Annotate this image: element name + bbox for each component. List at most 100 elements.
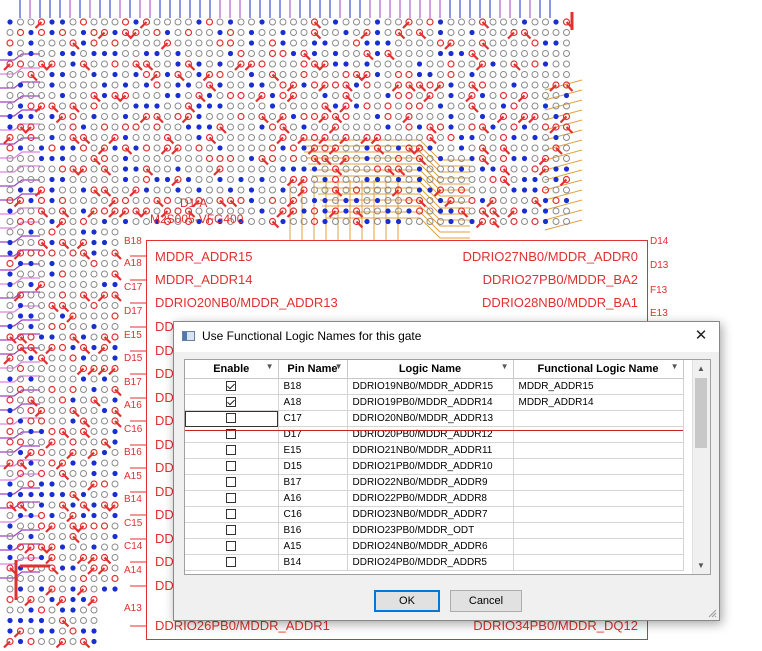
ok-button[interactable]: OK: [374, 590, 440, 612]
left-pin-number: B14: [124, 494, 142, 505]
enable-checkbox[interactable]: [226, 445, 237, 456]
functional-logic-name-cell[interactable]: [513, 522, 684, 539]
logic-name-cell: DDRIO19NB0/MDDR_ADDR15: [347, 378, 514, 395]
enable-checkbox[interactable]: [226, 477, 237, 488]
enable-checkbox[interactable]: [226, 413, 237, 424]
table-row[interactable]: B18 DDRIO19NB0/MDDR_ADDR15 MDDR_ADDR15: [185, 378, 684, 395]
logic-name-cell: DDRIO23NB0/MDDR_ADDR7: [347, 506, 514, 523]
enable-cell[interactable]: [185, 490, 279, 507]
left-pin-net-name: MDDR_ADDR15: [155, 249, 253, 264]
functional-logic-name-cell[interactable]: [513, 410, 684, 427]
enable-checkbox[interactable]: [226, 509, 237, 520]
filter-dropdown-icon[interactable]: ▼: [266, 362, 274, 371]
left-pin-number: C14: [124, 541, 143, 552]
cancel-button[interactable]: Cancel: [450, 590, 522, 612]
pin-table-body: B18 DDRIO19NB0/MDDR_ADDR15 MDDR_ADDR15 A18 D…: [185, 378, 684, 571]
enable-checkbox[interactable]: [226, 381, 237, 392]
left-pin-net-name: DD: [155, 460, 174, 475]
table-row[interactable]: A15 DDRIO24NB0/MDDR_ADDR6: [185, 538, 684, 555]
functional-logic-name-cell[interactable]: [513, 474, 684, 491]
left-pin-number: D17: [124, 306, 143, 317]
enable-cell[interactable]: [185, 522, 279, 539]
right-pin-net-name: DDRIO34PB0/MDDR_DQ12: [473, 618, 638, 633]
left-pin-net-name: DD: [155, 390, 174, 405]
enable-cell[interactable]: [185, 474, 279, 491]
table-row[interactable]: C17 DDRIO20NB0/MDDR_ADDR13: [185, 410, 684, 427]
left-pin-number: A16: [124, 400, 142, 411]
enable-cell[interactable]: [185, 506, 279, 523]
dialog-titlebar[interactable]: Use Functional Logic Names for this gate…: [174, 322, 719, 352]
functional-logic-name-cell[interactable]: [513, 538, 684, 555]
column-header-enable[interactable]: Enable ▼: [185, 360, 279, 379]
functional-logic-name-cell[interactable]: [513, 458, 684, 475]
functional-logic-name-cell[interactable]: [513, 426, 684, 443]
column-header-pin-name[interactable]: Pin Name ▼: [278, 360, 348, 379]
pin-name-cell: B14: [278, 554, 348, 571]
filter-dropdown-icon[interactable]: ▼: [671, 362, 679, 371]
functional-logic-name-cell[interactable]: [513, 490, 684, 507]
pin-name-cell: B17: [278, 474, 348, 491]
symbol-ref-designator: D1-A: [180, 196, 208, 210]
left-pin-net-name: DD: [155, 507, 174, 522]
scroll-up-arrow-icon[interactable]: ▲: [697, 364, 705, 373]
left-pin-net-name: DD: [155, 343, 174, 358]
enable-checkbox[interactable]: [226, 525, 237, 536]
left-pin-net-name: DD: [155, 578, 174, 593]
functional-logic-name-cell[interactable]: MDDR_ADDR14: [513, 394, 684, 411]
table-row[interactable]: B17 DDRIO22NB0/MDDR_ADDR9: [185, 474, 684, 491]
enable-cell[interactable]: [185, 538, 279, 555]
enable-checkbox[interactable]: [226, 461, 237, 472]
enable-checkbox[interactable]: [226, 557, 237, 568]
pin-name-cell: C17: [278, 410, 348, 427]
enable-cell[interactable]: [185, 458, 279, 475]
enable-checkbox[interactable]: [226, 541, 237, 552]
symbol-part-number: M2S005-VFG400: [150, 212, 244, 226]
logic-name-cell: DDRIO24PB0/MDDR_ADDR5: [347, 554, 514, 571]
filter-dropdown-icon[interactable]: ▼: [501, 362, 509, 371]
scrollbar-thumb[interactable]: [695, 378, 707, 448]
table-row[interactable]: C16 DDRIO23NB0/MDDR_ADDR7: [185, 506, 684, 523]
vertical-scrollbar[interactable]: ▲ ▼: [692, 360, 710, 574]
left-pin-number: A18: [124, 258, 142, 269]
enable-cell[interactable]: [185, 394, 279, 411]
table-row[interactable]: A18 DDRIO19PB0/MDDR_ADDR14 MDDR_ADDR14: [185, 394, 684, 411]
table-row[interactable]: B16 DDRIO23PB0/MDDR_ODT: [185, 522, 684, 539]
functional-logic-name-cell[interactable]: [513, 554, 684, 571]
enable-cell[interactable]: [185, 554, 279, 571]
pin-name-cell: B18: [278, 378, 348, 395]
table-row[interactable]: B14 DDRIO24PB0/MDDR_ADDR5: [185, 554, 684, 571]
scroll-down-arrow-icon[interactable]: ▼: [697, 561, 705, 570]
logic-name-cell: DDRIO24NB0/MDDR_ADDR6: [347, 538, 514, 555]
close-button[interactable]: ✕: [689, 325, 713, 347]
column-header-logic-name[interactable]: Logic Name ▼: [347, 360, 514, 379]
table-row[interactable]: D15 DDRIO21PB0/MDDR_ADDR10: [185, 458, 684, 475]
logic-name-cell: DDRIO23PB0/MDDR_ODT: [347, 522, 514, 539]
enable-cell[interactable]: [185, 378, 279, 395]
left-pin-number: E15: [124, 330, 142, 341]
drop-indicator-line: [185, 430, 683, 431]
table-row[interactable]: A16 DDRIO22PB0/MDDR_ADDR8: [185, 490, 684, 507]
left-pin-number: C17: [124, 282, 143, 293]
left-pin-number: A13: [124, 603, 142, 614]
logic-name-cell: DDRIO21PB0/MDDR_ADDR10: [347, 458, 514, 475]
right-pin-net-name: DDRIO27PB0/MDDR_BA2: [482, 272, 638, 287]
functional-logic-name-cell[interactable]: [513, 442, 684, 459]
pin-name-cell: E15: [278, 442, 348, 459]
enable-checkbox[interactable]: [226, 397, 237, 408]
left-pin-net-name: DDRIO26PB0/MDDR_ADDR1: [155, 618, 330, 633]
left-pin-number: B18: [124, 236, 142, 247]
enable-cell[interactable]: [185, 426, 279, 443]
table-row[interactable]: E15 DDRIO21NB0/MDDR_ADDR11: [185, 442, 684, 459]
left-pin-number: B17: [124, 377, 142, 388]
filter-dropdown-icon[interactable]: ▼: [335, 362, 343, 371]
pin-table: Enable ▼ Pin Name ▼ Logic Name ▼ Functional…: [185, 360, 684, 571]
table-row[interactable]: D17 DDRIO20PB0/MDDR_ADDR12: [185, 426, 684, 443]
resize-grip-icon[interactable]: [707, 608, 717, 618]
enable-cell[interactable]: [185, 442, 279, 459]
left-pin-number: A14: [124, 565, 142, 576]
enable-checkbox[interactable]: [226, 493, 237, 504]
enable-cell[interactable]: [185, 410, 279, 427]
column-header-functional-logic-name[interactable]: Functional Logic Name ▼: [513, 360, 684, 379]
functional-logic-name-cell[interactable]: [513, 506, 684, 523]
functional-logic-name-cell[interactable]: MDDR_ADDR15: [513, 378, 684, 395]
